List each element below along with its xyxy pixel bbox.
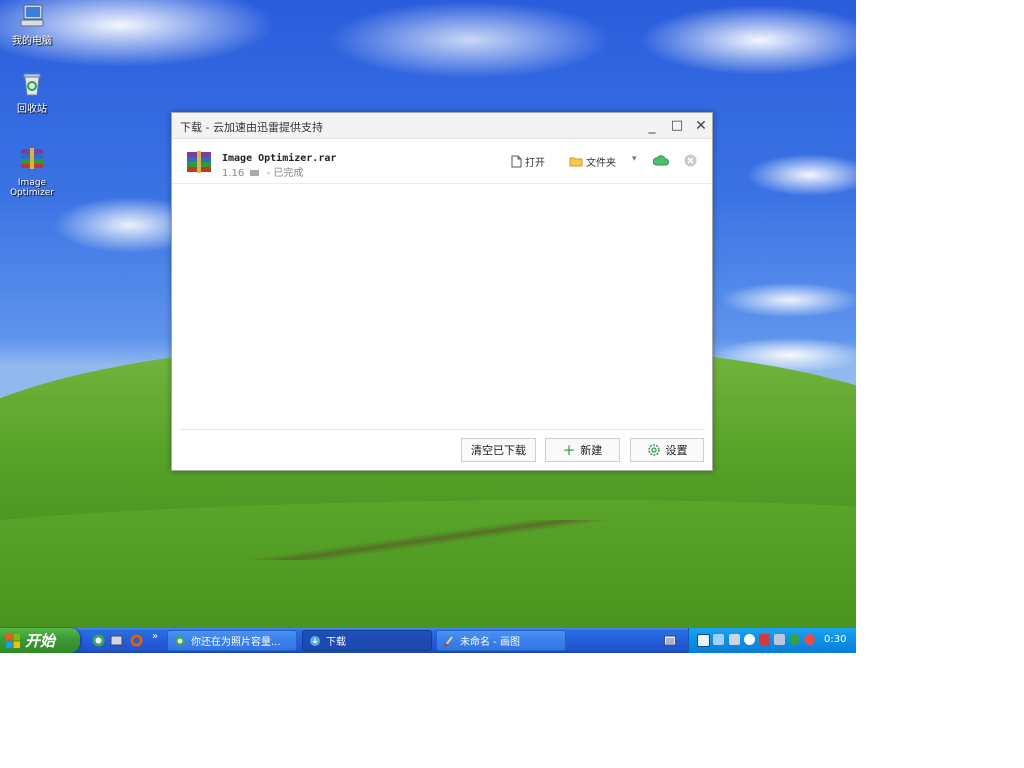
footer-divider xyxy=(180,429,704,430)
taskbar-button-label: 未命名 - 画图 xyxy=(460,637,520,648)
dirt-path xyxy=(0,520,856,560)
file-size: 1.16 xyxy=(222,168,245,179)
system-tray: 0:30 xyxy=(688,628,856,653)
taskbar-button-paint[interactable]: 未命名 - 画图 xyxy=(436,630,566,651)
size-unit-icon xyxy=(250,170,260,176)
show-desktop-icon[interactable] xyxy=(109,633,124,648)
quicklaunch-chevron-icon[interactable]: » xyxy=(152,631,158,642)
open-file-label: 打开 xyxy=(525,158,545,169)
input-method-icon[interactable] xyxy=(744,634,755,645)
volume-icon[interactable] xyxy=(713,634,724,645)
desktop: 我的电脑 回收站 Image Optimizer 下载 - 云加速由迅雷提供支持… xyxy=(0,0,856,653)
ie-browser-icon[interactable] xyxy=(91,633,106,648)
download-app-icon xyxy=(310,635,320,646)
keyboard-language-icon[interactable] xyxy=(664,635,676,646)
network-icon[interactable] xyxy=(697,634,710,647)
recycle-bin-icon xyxy=(23,73,41,96)
firefox-icon[interactable] xyxy=(129,633,144,648)
cloud-icon[interactable] xyxy=(653,154,669,166)
start-button[interactable]: 开始 xyxy=(0,628,80,653)
desktop-icon-image-optimizer[interactable]: Image Optimizer xyxy=(0,144,64,198)
desktop-icon-recycle-bin[interactable]: 回收站 xyxy=(0,70,64,115)
folder-icon xyxy=(569,157,583,167)
new-download-label: 新建 xyxy=(580,444,603,457)
settings-label: 设置 xyxy=(665,444,688,457)
plus-icon: + xyxy=(562,441,576,459)
close-button[interactable]: ✕ xyxy=(692,117,710,135)
start-label: 开始 xyxy=(25,632,56,650)
desktop-icon-label: 回收站 xyxy=(17,104,47,115)
clear-downloaded-button[interactable]: 清空已下载 xyxy=(461,438,536,462)
maximize-button[interactable]: □ xyxy=(668,117,686,135)
security-icon[interactable] xyxy=(759,634,770,645)
winrar-file-icon xyxy=(187,151,211,173)
taskbar-button-download[interactable]: 下载 xyxy=(302,630,432,651)
gear-icon xyxy=(647,444,660,456)
connection-icon[interactable] xyxy=(774,634,785,645)
download-item-row[interactable]: Image Optimizer.rar 1.16 - 已完成 打开 文件夹 ▾ xyxy=(172,139,712,184)
taskbar: 开始 » 你还在为照片容量... 下载 未命名 - 画图 0:30 xyxy=(0,628,856,653)
clock: 0:30 xyxy=(824,634,847,645)
download-status: - 已完成 xyxy=(266,168,304,179)
shield-icon[interactable] xyxy=(789,634,800,645)
taskbar-button-label: 你还在为照片容量... xyxy=(191,637,281,648)
minimize-button[interactable]: _ xyxy=(643,117,661,135)
open-file-button[interactable]: 打开 xyxy=(511,154,545,169)
windows-logo-icon xyxy=(6,633,20,648)
my-computer-icon xyxy=(20,4,44,27)
window-titlebar[interactable]: 下载 - 云加速由迅雷提供支持 _ □ ✕ xyxy=(172,113,712,139)
file-icon xyxy=(511,155,522,168)
more-options-dropdown[interactable]: ▾ xyxy=(632,154,637,164)
antivirus-icon[interactable] xyxy=(804,634,815,645)
taskbar-button-label: 下载 xyxy=(326,637,346,648)
open-folder-button[interactable]: 文件夹 xyxy=(569,154,616,169)
file-meta: 1.16 - 已完成 xyxy=(222,164,303,179)
delete-icon[interactable] xyxy=(684,154,697,167)
desktop-icon-label: 我的电脑 xyxy=(12,36,52,47)
settings-button[interactable]: 设置 xyxy=(630,438,704,462)
new-download-button[interactable]: + 新建 xyxy=(545,438,620,462)
winrar-archive-icon xyxy=(21,148,43,169)
taskbar-button-browser[interactable]: 你还在为照片容量... xyxy=(167,630,297,651)
download-list-empty-area xyxy=(172,184,712,429)
desktop-icon-label: Image Optimizer xyxy=(9,178,55,198)
file-name: Image Optimizer.rar xyxy=(222,153,337,164)
display-icon[interactable] xyxy=(729,634,740,645)
browser-icon xyxy=(175,635,185,646)
clear-downloaded-label: 清空已下载 xyxy=(471,444,526,457)
desktop-icon-my-computer[interactable]: 我的电脑 xyxy=(0,2,64,47)
download-window: 下载 - 云加速由迅雷提供支持 _ □ ✕ Image Optimizer.ra… xyxy=(171,112,713,471)
paint-icon xyxy=(444,635,453,646)
open-folder-label: 文件夹 xyxy=(586,158,616,169)
window-title: 下载 - 云加速由迅雷提供支持 xyxy=(180,121,323,134)
